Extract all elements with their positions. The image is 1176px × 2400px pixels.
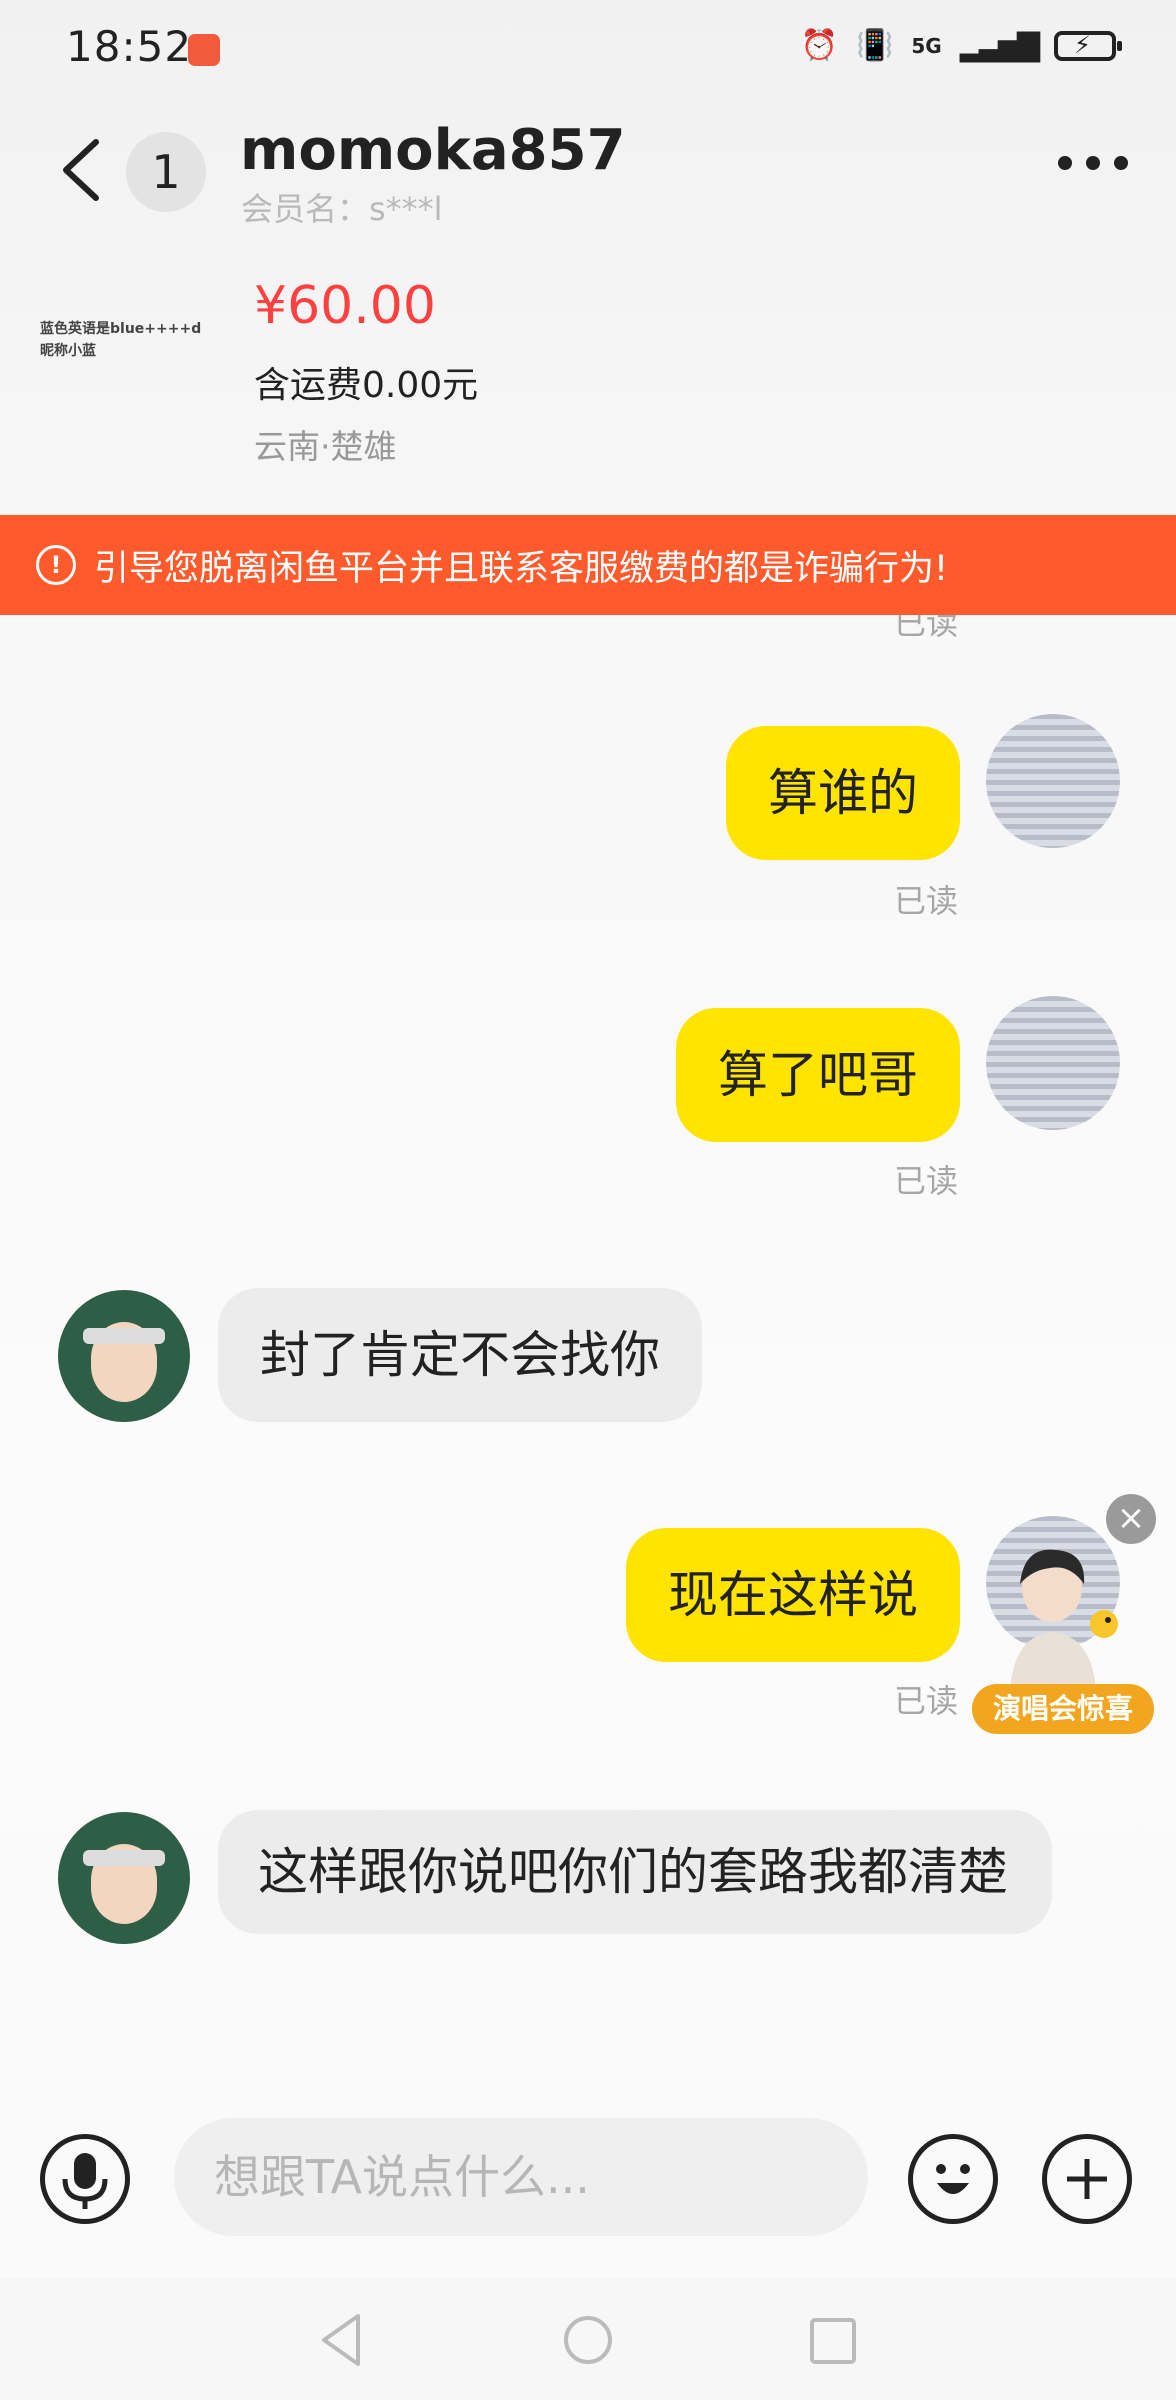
status-icons: ⏰ 📳 5G ▂▃▅▇ ⚡	[800, 28, 1122, 63]
warning-circle-icon: !	[36, 545, 76, 585]
product-location: 云南·楚雄	[254, 427, 397, 466]
my-avatar[interactable]	[986, 996, 1120, 1130]
chevron-left-icon	[63, 139, 99, 201]
partner-avatar[interactable]	[58, 1290, 190, 1422]
partner-avatar[interactable]	[58, 1812, 190, 1944]
read-status: 已读	[894, 1162, 959, 1200]
fraud-warning-banner: ! 引导您脱离闲鱼平台并且联系客服缴费的都是诈骗行为!	[0, 515, 1176, 615]
network-label: 5G	[911, 33, 942, 58]
singer-figure-icon	[1010, 1549, 1118, 1690]
plus-icon	[1067, 2159, 1107, 2199]
member-name: 会员名：s***l	[241, 190, 443, 228]
back-button[interactable]	[52, 130, 112, 210]
emoji-button[interactable]	[908, 2134, 998, 2224]
nav-back-icon[interactable]	[316, 2310, 366, 2370]
more-dots-icon	[1058, 156, 1072, 170]
status-time: 18:52	[66, 22, 193, 71]
shipping-info: 含运费0.00元	[254, 365, 479, 406]
message-bubble-sent[interactable]: 算谁的	[726, 726, 960, 860]
message-input[interactable]: 想跟TA说点什么...	[174, 2118, 868, 2236]
notification-app-icon	[188, 34, 220, 66]
message-bubble-sent[interactable]: 现在这样说	[626, 1528, 960, 1662]
message-bubble-received[interactable]: 这样跟你说吧你们的套路我都清楚	[218, 1810, 1052, 1934]
product-price: ¥60.00	[254, 276, 436, 336]
warning-text: 引导您脱离闲鱼平台并且联系客服缴费的都是诈骗行为!	[94, 548, 949, 589]
promo-floating-widget[interactable]	[1000, 1540, 1120, 1690]
thumb-line: 昵称小蓝	[40, 343, 96, 359]
close-promo-button[interactable]: ×	[1106, 1494, 1156, 1544]
smiley-icon	[936, 2164, 970, 2194]
alarm-icon: ⏰	[800, 28, 838, 63]
battery-icon: ⚡	[1054, 30, 1122, 61]
read-status: 已读	[894, 882, 959, 920]
chat-partner-nickname[interactable]: momoka857	[240, 118, 626, 183]
nav-recents-icon[interactable]	[808, 2316, 858, 2366]
product-thumbnail[interactable]: 蓝色英语是blue++++d 昵称小蓝	[40, 318, 210, 408]
voice-button[interactable]	[40, 2134, 130, 2224]
more-options-button[interactable]	[1058, 156, 1128, 170]
microphone-icon	[62, 2153, 108, 2209]
message-bubble-sent[interactable]: 算了吧哥	[676, 1008, 960, 1142]
my-avatar[interactable]	[986, 714, 1120, 848]
add-attachment-button[interactable]	[1042, 2134, 1132, 2224]
signal-icon: ▂▃▅▇	[959, 28, 1040, 63]
unread-count-badge[interactable]: 1	[126, 132, 206, 212]
message-bubble-received[interactable]: 封了肯定不会找你	[218, 1288, 702, 1422]
close-icon: ×	[1116, 1498, 1146, 1538]
thumb-line: 蓝色英语是blue++++d	[40, 321, 202, 337]
system-nav-bar	[0, 2278, 1176, 2400]
read-status: 已读	[894, 1682, 959, 1720]
vibrate-icon: 📳	[856, 28, 894, 63]
promo-badge[interactable]: 演唱会惊喜	[972, 1684, 1154, 1734]
nav-home-icon[interactable]	[562, 2314, 614, 2366]
